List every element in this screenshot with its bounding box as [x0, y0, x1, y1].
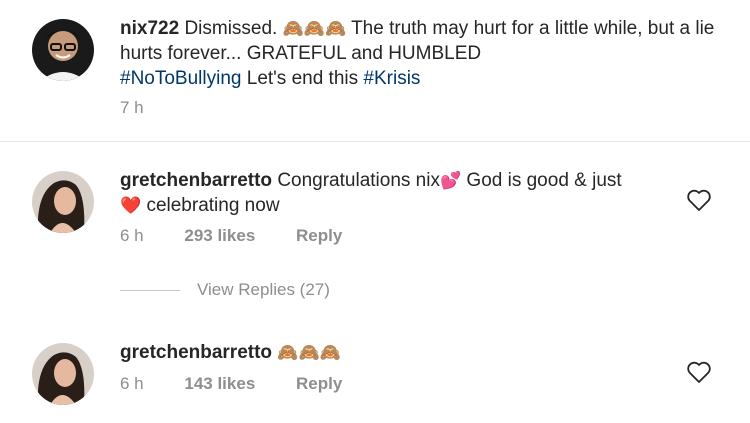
timestamp: 6 h	[120, 374, 144, 393]
like-heart-icon[interactable]	[686, 360, 712, 384]
comment-meta: 6 h 293 likes Reply	[120, 226, 342, 246]
like-heart-icon[interactable]	[686, 188, 712, 212]
comment-text-part: celebrating now	[146, 195, 280, 216]
caption-text-part: Dismissed.	[184, 18, 278, 39]
caption-text: nix722 Dismissed. 🙈🙈🙈 The truth may hurt…	[120, 16, 720, 91]
post-caption: nix722 Dismissed. 🙈🙈🙈 The truth may hurt…	[0, 0, 750, 142]
timestamp: 6 h	[120, 226, 144, 245]
caption-timestamp: 7 h	[120, 98, 144, 118]
comment-text: gretchenbarretto Congratulations nix💕 Go…	[120, 168, 680, 218]
comment-username[interactable]: gretchenbarretto	[120, 170, 272, 191]
reply-button[interactable]: Reply	[296, 374, 342, 393]
avatar[interactable]	[32, 19, 94, 81]
two-hearts-emoji: 💕	[439, 171, 462, 190]
caption-text-part: Let's end this	[246, 68, 359, 89]
avatar[interactable]	[32, 171, 94, 233]
likes-count[interactable]: 293 likes	[184, 226, 255, 245]
divider-line	[120, 289, 180, 291]
comment-username[interactable]: gretchenbarretto	[120, 342, 272, 363]
hashtag-link[interactable]: #NoToBullying	[120, 68, 241, 89]
caption-username[interactable]: nix722	[120, 18, 179, 39]
avatar[interactable]	[32, 343, 94, 405]
see-no-evil-monkey-emoji: 🙈🙈🙈	[277, 343, 341, 362]
red-heart-emoji: ❤️	[120, 196, 142, 215]
view-replies-label: View Replies (27)	[197, 280, 330, 299]
timestamp: 7 h	[120, 98, 144, 117]
hashtag-link[interactable]: #Krisis	[363, 68, 420, 89]
comment-text-part: God is good & just	[466, 170, 622, 191]
comment-text-part: Congratulations nix	[277, 170, 440, 191]
likes-count[interactable]: 143 likes	[184, 374, 255, 393]
view-replies-button[interactable]: View Replies (27)	[120, 280, 330, 300]
see-no-evil-monkey-emoji: 🙈🙈🙈	[282, 19, 347, 38]
reply-button[interactable]: Reply	[296, 226, 342, 245]
comment-meta: 6 h 143 likes Reply	[120, 374, 342, 394]
comment-text: gretchenbarretto 🙈🙈🙈	[120, 340, 680, 365]
